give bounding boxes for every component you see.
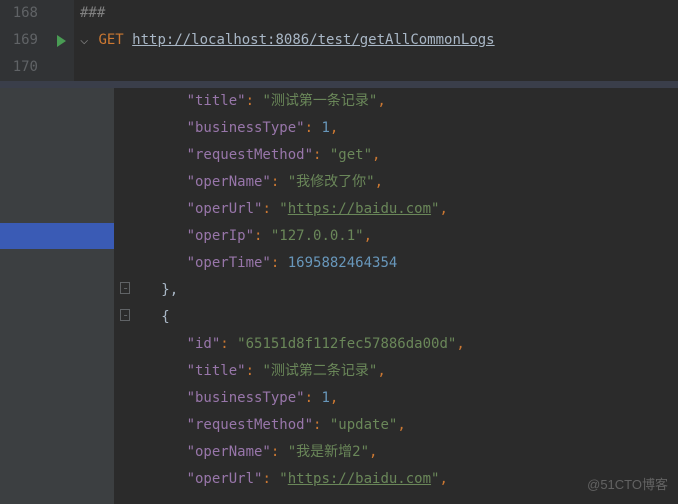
response-body[interactable]: "title": "测试第一条记录", "businessType": 1, "… (114, 88, 678, 504)
watermark: @51CTO博客 (587, 471, 668, 498)
json-key: "businessType" (187, 390, 305, 406)
json-key: "requestMethod" (187, 417, 313, 433)
json-number: 1 (321, 120, 329, 136)
json-string: "get" (330, 147, 372, 163)
json-url-link[interactable]: https://baidu.com (288, 201, 431, 217)
json-string: "测试第一条记录" (262, 93, 377, 109)
line-number: 168 (0, 0, 48, 27)
json-string: "127.0.0.1" (271, 228, 364, 244)
json-number: 1 (321, 390, 329, 406)
json-string: "update" (330, 417, 397, 433)
run-icon[interactable] (57, 35, 66, 47)
json-key: "operTime" (187, 255, 271, 271)
fold-marker[interactable]: ⌵ (80, 32, 88, 48)
json-url-link[interactable]: https://baidu.com (288, 471, 431, 487)
json-key: "operName" (187, 174, 271, 190)
request-url[interactable]: http://localhost:8086/test/getAllCommonL… (132, 32, 494, 48)
json-key: "businessType" (187, 120, 305, 136)
json-key: "title" (187, 93, 246, 109)
http-method: GET (98, 32, 123, 48)
gutter-icon-slot (48, 54, 74, 81)
json-string: "测试第二条记录" (262, 363, 377, 379)
json-key: "title" (187, 363, 246, 379)
gutter-icon-slot (48, 0, 74, 27)
fold-close-icon[interactable] (120, 282, 130, 294)
json-key: "operIp" (187, 228, 254, 244)
json-string: "我修改了你" (288, 174, 375, 190)
left-panel-highlight (0, 223, 114, 249)
json-key: "requestMethod" (187, 147, 313, 163)
json-number: 1695882464354 (288, 255, 398, 271)
fold-open-icon[interactable] (120, 309, 130, 321)
json-key: "operName" (187, 444, 271, 460)
json-string: "我是新增2" (288, 444, 369, 460)
brace-open: { (161, 309, 169, 325)
request-editor[interactable]: 168 ### 169 ⌵ GET http://localhost:8086/t… (0, 0, 678, 81)
json-key: "operUrl" (187, 471, 263, 487)
line-number: 170 (0, 54, 48, 81)
left-panel (0, 88, 114, 504)
json-string: "65151d8f112fec57886da00d" (237, 336, 456, 352)
line-number: 169 (0, 27, 48, 54)
json-key: "operUrl" (187, 201, 263, 217)
brace-close: }, (161, 282, 178, 298)
comment-marker: ### (80, 5, 105, 21)
json-key: "id" (187, 336, 221, 352)
